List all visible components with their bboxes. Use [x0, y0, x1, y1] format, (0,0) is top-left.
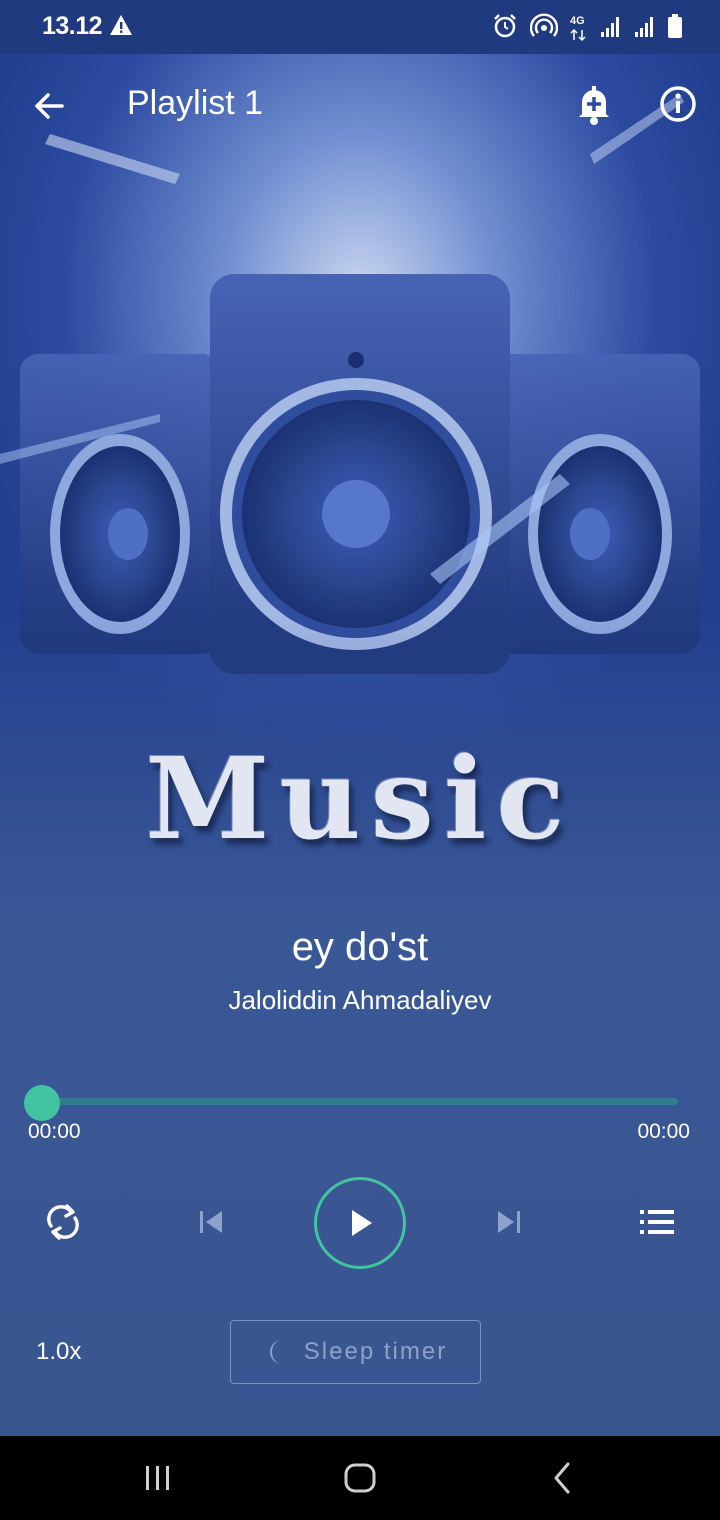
- nav-back-button[interactable]: [538, 1456, 586, 1500]
- status-bar: 13.12 4G: [0, 0, 720, 54]
- queue-button[interactable]: [632, 1197, 682, 1247]
- skip-previous-icon: [200, 1211, 222, 1233]
- back-button[interactable]: [26, 82, 74, 130]
- play-icon: [352, 1210, 372, 1236]
- warning-icon: [109, 14, 133, 41]
- skip-next-icon: [498, 1211, 520, 1233]
- sleep-timer-label: Sleep timer: [303, 1338, 448, 1365]
- previous-button[interactable]: [186, 1197, 236, 1247]
- current-time: 00:00: [28, 1120, 81, 1143]
- battery-icon: [668, 14, 682, 43]
- playback-speed-button[interactable]: 1.0x: [36, 1338, 81, 1366]
- sleep-timer-button[interactable]: Sleep timer: [230, 1320, 481, 1384]
- track-title: ey do'st: [291, 925, 429, 969]
- page-title: Playlist 1: [127, 84, 264, 122]
- player-screen: Music 13.12 4G Playlist 1 ey do'st Jalol…: [0, 0, 720, 1520]
- track-artist: Jaloliddin Ahmadaliyev: [228, 985, 492, 1015]
- info-icon: [660, 86, 696, 122]
- alarm-icon: [492, 13, 518, 44]
- album-artwork: Music: [0, 54, 720, 914]
- status-time: 13.12: [42, 12, 103, 40]
- recents-icon: [146, 1466, 169, 1490]
- queue-list-icon: [640, 1210, 674, 1234]
- signal-icon: [600, 14, 622, 43]
- seek-bar[interactable]: [42, 1098, 678, 1105]
- alarm-add-icon: [579, 86, 609, 125]
- artwork-caption: Music: [145, 734, 575, 865]
- arrow-back-icon: [35, 93, 64, 119]
- add-alarm-button[interactable]: [570, 80, 618, 128]
- next-button[interactable]: [484, 1197, 534, 1247]
- recents-button[interactable]: [134, 1456, 182, 1500]
- signal-icon: [634, 14, 656, 43]
- network-label: 4G: [570, 14, 585, 27]
- app-bar: Playlist 1: [0, 54, 720, 154]
- back-icon: [554, 1462, 570, 1494]
- home-button[interactable]: [336, 1456, 384, 1500]
- repeat-button[interactable]: [38, 1197, 88, 1247]
- repeat-icon: [47, 1204, 79, 1240]
- status-icons: 4G: [492, 13, 682, 44]
- system-nav-bar: [0, 1436, 720, 1520]
- info-button[interactable]: [654, 80, 702, 128]
- total-time: 00:00: [637, 1120, 690, 1143]
- play-button[interactable]: [314, 1177, 406, 1269]
- home-icon: [344, 1463, 376, 1493]
- 4g-icon: 4G: [570, 14, 588, 42]
- hotspot-icon: [529, 13, 559, 44]
- seek-thumb[interactable]: [24, 1085, 60, 1121]
- moon-icon: [269, 1340, 282, 1364]
